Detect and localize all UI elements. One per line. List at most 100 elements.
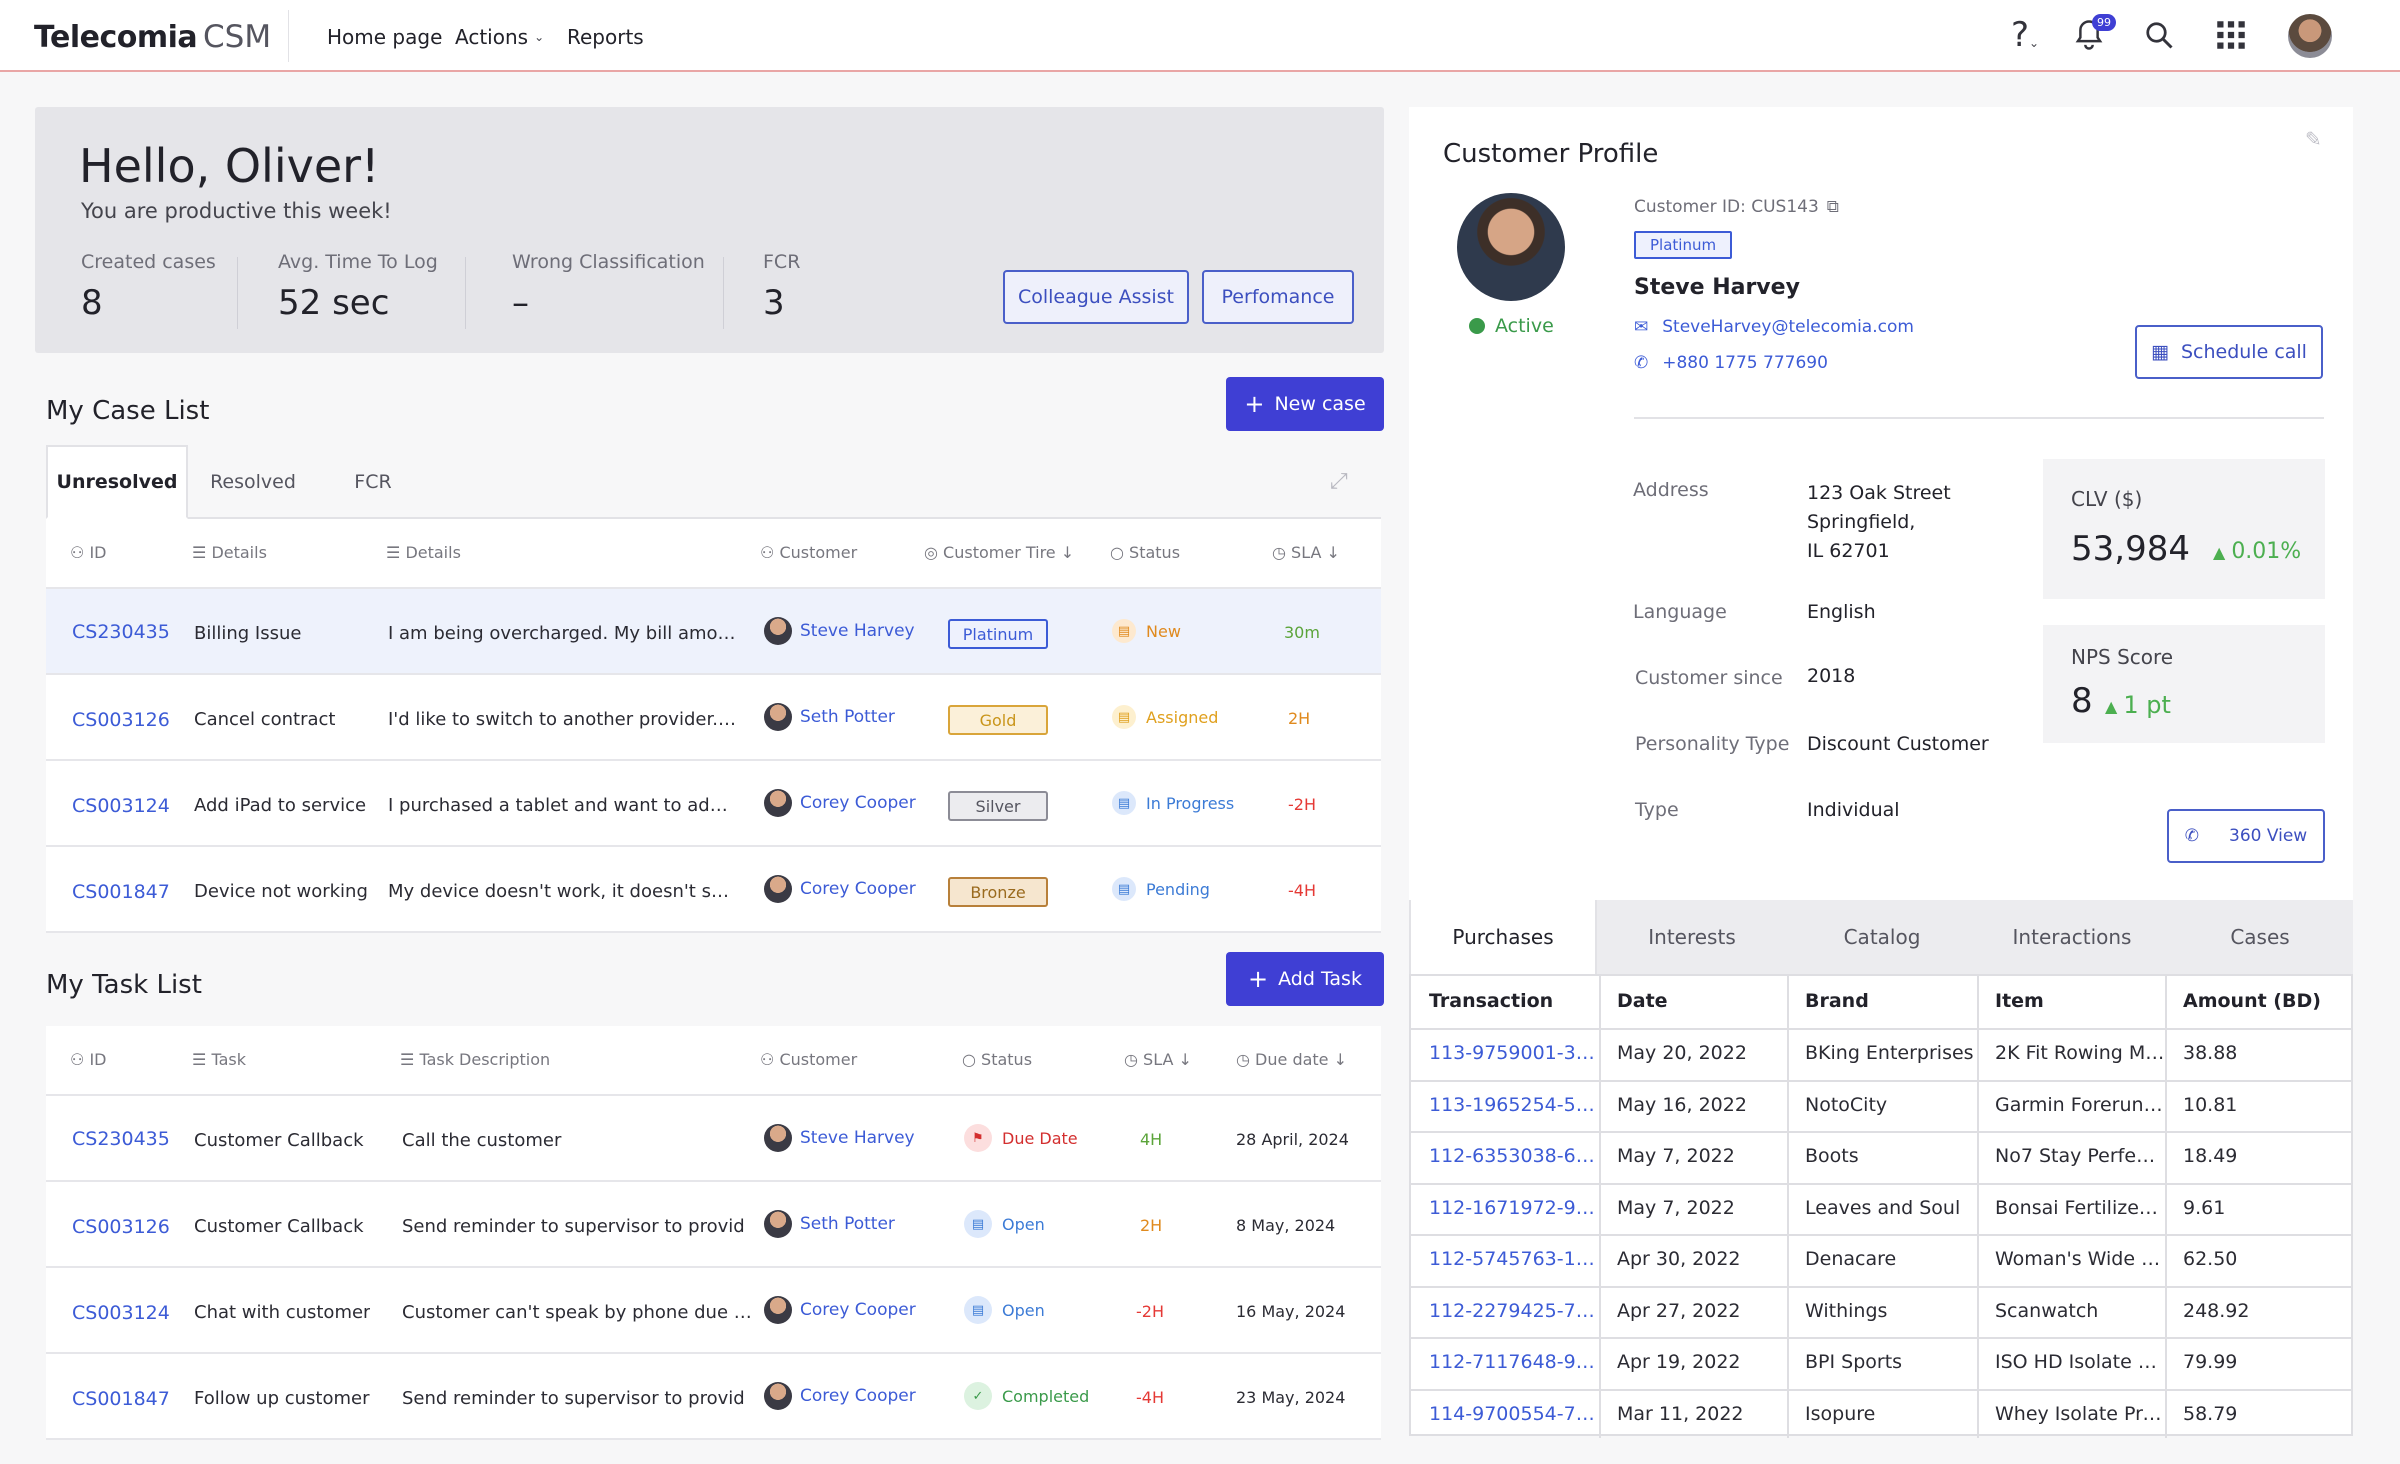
case-details: I purchased a tablet and want to add to … (388, 795, 738, 816)
case-customer[interactable]: Seth Potter (764, 703, 895, 731)
case-row[interactable]: CS230435 Billing Issue I am being overch… (46, 589, 1381, 675)
notification-badge: 99 (2092, 14, 2116, 31)
help-icon[interactable]: ? ⌄ (2004, 14, 2046, 56)
purchase-cell: 18.49 (2183, 1145, 2238, 1167)
case-customer[interactable]: Corey Cooper (764, 789, 916, 817)
purchases-header-3[interactable]: Item (1995, 990, 2044, 1012)
transaction-link[interactable]: 112-7117648-992 (1429, 1351, 1599, 1373)
tab-cases[interactable]: Cases (2167, 900, 2353, 974)
performance-button[interactable]: Perfomance (1202, 270, 1354, 324)
task-id-link[interactable]: CS003126 (72, 1216, 170, 1238)
purchases-header-2[interactable]: Brand (1805, 990, 1869, 1012)
transaction-link[interactable]: 112-2279425-762 (1429, 1300, 1599, 1322)
col-sla[interactable]: ◷ SLA ↓ (1272, 543, 1340, 562)
task-customer[interactable]: Seth Potter (764, 1210, 895, 1238)
new-case-button[interactable]: + New case (1226, 377, 1384, 431)
col-id[interactable]: ⚇ ID (70, 1050, 106, 1069)
nav-home[interactable]: Home page (327, 25, 442, 49)
case-id-link[interactable]: CS001847 (72, 881, 170, 903)
case-id-link[interactable]: CS003126 (72, 709, 170, 731)
user-avatar[interactable] (2288, 14, 2332, 58)
transaction-link[interactable]: 112-5745763-126 (1429, 1248, 1599, 1270)
case-customer[interactable]: Corey Cooper (764, 875, 916, 903)
task-customer[interactable]: Steve Harvey (764, 1124, 915, 1152)
transaction-link[interactable]: 113-1965254-551 (1429, 1094, 1599, 1116)
col-customer[interactable]: ⚇ Customer (760, 1050, 857, 1069)
task-customer[interactable]: Corey Cooper (764, 1382, 916, 1410)
purchase-cell: Scanwatch (1995, 1299, 2099, 1322)
col-task-description[interactable]: ☰ Task Description (400, 1050, 550, 1069)
copy-icon[interactable]: ⧉ (1827, 197, 1839, 217)
tab-fcr[interactable]: FCR (318, 445, 428, 519)
col-customer[interactable]: ⚇ Customer (760, 543, 857, 562)
schedule-call-button[interactable]: ▦ Schedule call (2135, 325, 2323, 379)
purchases-header-1[interactable]: Date (1617, 990, 1668, 1012)
apps-grid-icon[interactable] (2210, 14, 2252, 56)
transaction-link[interactable]: 113-9759001-306 (1429, 1042, 1599, 1064)
task-row[interactable]: CS001847 Follow up customer Send reminde… (46, 1354, 1381, 1440)
top-bar: Telecomia CSM Home page Actions ⌄ Report… (0, 0, 2400, 72)
case-id-link[interactable]: CS230435 (72, 621, 170, 643)
task-row[interactable]: CS003124 Chat with customer Customer can… (46, 1268, 1381, 1354)
add-task-button[interactable]: + Add Task (1226, 952, 1384, 1006)
case-row[interactable]: CS001847 Device not working My device do… (46, 847, 1381, 933)
tab-catalog[interactable]: Catalog (1787, 900, 1977, 974)
col-details[interactable]: ☰ Details (192, 543, 267, 562)
transaction-link[interactable]: 114-9700554-725 (1429, 1403, 1599, 1425)
purchases-header-0[interactable]: Transaction (1429, 990, 1553, 1012)
task-due-date: 8 May, 2024 (1236, 1216, 1336, 1235)
tab-purchases[interactable]: Purchases (1409, 900, 1597, 974)
tab-unresolved[interactable]: Unresolved (46, 445, 188, 519)
customer-phone[interactable]: ✆ +880 1775 777690 (1634, 353, 1828, 373)
tab-interactions[interactable]: Interactions (1977, 900, 2167, 974)
nav-actions[interactable]: Actions ⌄ (455, 25, 544, 49)
transaction-link[interactable]: 112-6353038-683 (1429, 1145, 1599, 1167)
task-sla: -2H (1136, 1302, 1164, 1321)
task-description: Call the customer (402, 1130, 562, 1151)
tab-resolved[interactable]: Resolved (188, 445, 318, 519)
expand-icon[interactable]: ⤢ (1330, 469, 1348, 494)
task-id-link[interactable]: CS230435 (72, 1128, 170, 1150)
task-row[interactable]: CS230435 Customer Callback Call the cust… (46, 1096, 1381, 1182)
stat-fcr-label: FCR (763, 251, 801, 273)
col-details-2[interactable]: ☰ Details (386, 543, 461, 562)
bell-icon[interactable]: 99 (2068, 14, 2116, 56)
case-row[interactable]: CS003126 Cancel contract I'd like to swi… (46, 675, 1381, 761)
edit-icon[interactable]: ✎ (2305, 127, 2322, 151)
col-due-date[interactable]: ◷ Due date ↓ (1236, 1050, 1347, 1069)
case-row[interactable]: CS003124 Add iPad to service I purchased… (46, 761, 1381, 847)
case-table-header: ⚇ ID ☰ Details ☰ Details ⚇ Customer ◎ Cu… (46, 519, 1381, 589)
column-divider (1787, 976, 1789, 1438)
stat-avg-time-label: Avg. Time To Log (278, 251, 438, 273)
tab-interests[interactable]: Interests (1597, 900, 1787, 974)
purchases-header-4[interactable]: Amount (BD) (2183, 990, 2321, 1012)
address-label: Address (1633, 479, 1709, 501)
col-customer-tier[interactable]: ◎ Customer Tire ↓ (924, 543, 1074, 562)
col-sla[interactable]: ◷ SLA ↓ (1124, 1050, 1192, 1069)
greeting-title: Hello, Oliver! (79, 139, 380, 193)
app-logo[interactable]: Telecomia (34, 20, 198, 55)
col-task[interactable]: ☰ Task (192, 1050, 246, 1069)
search-icon[interactable] (2138, 14, 2180, 56)
purchase-cell: May 7, 2022 (1617, 1196, 1735, 1219)
col-status[interactable]: ○ Status (1110, 543, 1180, 562)
case-id-link[interactable]: CS003124 (72, 795, 170, 817)
case-customer[interactable]: Steve Harvey (764, 617, 915, 645)
purchase-cell: 58.79 (2183, 1402, 2238, 1425)
col-status[interactable]: ○ Status (962, 1050, 1032, 1069)
avatar (764, 617, 792, 645)
task-id-link[interactable]: CS001847 (72, 1388, 170, 1410)
colleague-assist-button[interactable]: Colleague Assist (1003, 270, 1189, 324)
customer-email[interactable]: ✉ SteveHarvey@telecomia.com (1634, 317, 1914, 337)
360-view-button[interactable]: ✆ 360 View (2167, 809, 2325, 863)
task-id-link[interactable]: CS003124 (72, 1302, 170, 1324)
transaction-link[interactable]: 112-1671972-928 (1429, 1197, 1599, 1219)
purchase-cell: BKing Enterprises (1805, 1042, 1974, 1064)
nav-reports[interactable]: Reports (567, 25, 644, 49)
task-row[interactable]: CS003126 Customer Callback Send reminder… (46, 1182, 1381, 1268)
nps-label: NPS Score (2071, 645, 2174, 669)
purchase-cell: Denacare (1805, 1248, 1897, 1270)
task-customer[interactable]: Corey Cooper (764, 1296, 916, 1324)
col-id[interactable]: ⚇ ID (70, 543, 106, 562)
purchase-cell: May 20, 2022 (1617, 1042, 1747, 1064)
